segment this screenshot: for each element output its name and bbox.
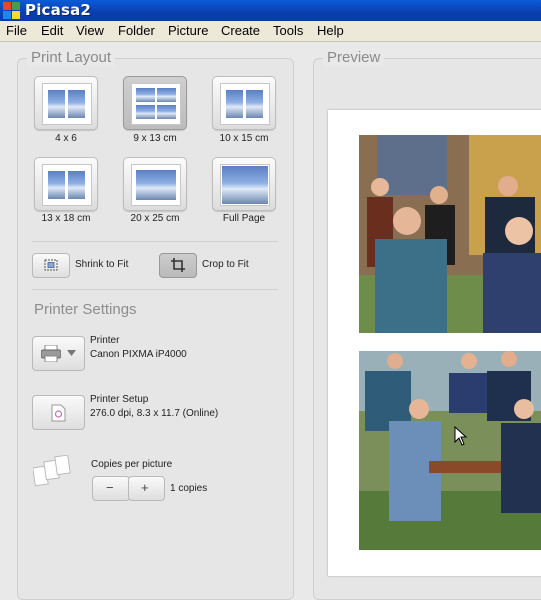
printer-select-button[interactable] bbox=[32, 336, 85, 371]
preview-photo[interactable] bbox=[359, 351, 541, 550]
crop-to-fit-button[interactable] bbox=[159, 253, 197, 278]
photo-2-image bbox=[359, 351, 541, 550]
layout-preview bbox=[42, 164, 92, 206]
menu-view[interactable]: View bbox=[76, 23, 104, 38]
layout-10x15-label: 10 x 15 cm bbox=[219, 133, 269, 144]
layout-thumb bbox=[222, 166, 268, 204]
layout-9x13-label: 9 x 13 cm bbox=[133, 133, 177, 144]
printer-setup-icon bbox=[51, 404, 66, 422]
printer-settings-title: Printer Settings bbox=[34, 301, 137, 318]
menu-help[interactable]: Help bbox=[317, 23, 344, 38]
copies-label: Copies per picture bbox=[91, 459, 173, 470]
layout-preview bbox=[220, 83, 270, 125]
increase-copies-button[interactable]: + bbox=[128, 476, 165, 501]
layout-20x25-label: 20 x 25 cm bbox=[130, 213, 180, 224]
layout-preview bbox=[42, 83, 92, 125]
crop-icon bbox=[171, 258, 185, 272]
divider bbox=[32, 241, 278, 242]
layout-thumb bbox=[68, 171, 85, 199]
layout-4x6-label: 4 x 6 bbox=[55, 133, 77, 144]
layout-thumb bbox=[226, 90, 243, 118]
layout-10x15-button[interactable] bbox=[212, 76, 276, 130]
divider bbox=[32, 289, 278, 290]
layout-thumb bbox=[136, 105, 155, 119]
shrink-to-fit-icon bbox=[44, 259, 58, 271]
printer-setup-value: 276.0 dpi, 8.3 x 11.7 (Online) bbox=[90, 408, 219, 419]
printer-icon bbox=[41, 345, 61, 362]
layout-13x18-button[interactable] bbox=[34, 157, 98, 211]
layout-thumb bbox=[68, 90, 85, 118]
layout-9x13-button[interactable] bbox=[123, 76, 187, 130]
preview-page bbox=[328, 110, 541, 576]
layout-thumb bbox=[136, 170, 176, 200]
layout-thumb bbox=[157, 88, 176, 102]
picasa-logo-icon bbox=[3, 2, 20, 19]
printer-setup-button[interactable] bbox=[32, 395, 85, 430]
layout-preview bbox=[131, 164, 181, 206]
menu-folder[interactable]: Folder bbox=[118, 23, 155, 38]
plus-icon: + bbox=[141, 480, 149, 495]
preview-title: Preview bbox=[323, 49, 385, 66]
layout-full-page-button[interactable] bbox=[212, 157, 276, 211]
copies-stack-icon bbox=[33, 455, 71, 487]
mouse-pointer-icon bbox=[454, 426, 468, 446]
printer-name: Canon PIXMA iP4000 bbox=[90, 349, 187, 360]
crop-to-fit-label: Crop to Fit bbox=[202, 259, 249, 270]
window-title: Picasa2 bbox=[25, 1, 92, 19]
layout-thumb bbox=[136, 88, 155, 102]
shrink-to-fit-label: Shrink to Fit bbox=[75, 259, 129, 270]
printer-label: Printer bbox=[90, 335, 120, 346]
chevron-down-icon bbox=[67, 350, 76, 356]
preview-photo[interactable] bbox=[359, 135, 541, 333]
decrease-copies-button[interactable]: − bbox=[92, 476, 130, 501]
layout-4x6-button[interactable] bbox=[34, 76, 98, 130]
shrink-to-fit-button[interactable] bbox=[32, 253, 70, 278]
layout-thumb bbox=[157, 105, 176, 119]
menu-tools[interactable]: Tools bbox=[273, 23, 303, 38]
copies-value: 1 copies bbox=[170, 483, 208, 494]
title-bar: Picasa2 bbox=[0, 0, 541, 21]
minus-icon: − bbox=[106, 480, 114, 495]
menu-file[interactable]: File bbox=[6, 23, 27, 38]
layout-thumb bbox=[48, 90, 65, 118]
menu-edit[interactable]: Edit bbox=[41, 23, 63, 38]
layout-20x25-button[interactable] bbox=[123, 157, 187, 211]
menu-create[interactable]: Create bbox=[221, 23, 260, 38]
layout-preview bbox=[220, 164, 270, 206]
layout-13x18-label: 13 x 18 cm bbox=[41, 213, 91, 224]
menu-bar: File Edit View Folder Picture Create Too… bbox=[0, 21, 541, 42]
layout-preview bbox=[131, 83, 181, 125]
print-layout-title: Print Layout bbox=[27, 49, 116, 66]
menu-picture[interactable]: Picture bbox=[168, 23, 208, 38]
photo-1-image bbox=[359, 135, 541, 333]
layout-thumb bbox=[246, 90, 263, 118]
layout-thumb bbox=[48, 171, 65, 199]
printer-setup-label: Printer Setup bbox=[90, 394, 149, 405]
layout-full-page-label: Full Page bbox=[222, 213, 266, 224]
